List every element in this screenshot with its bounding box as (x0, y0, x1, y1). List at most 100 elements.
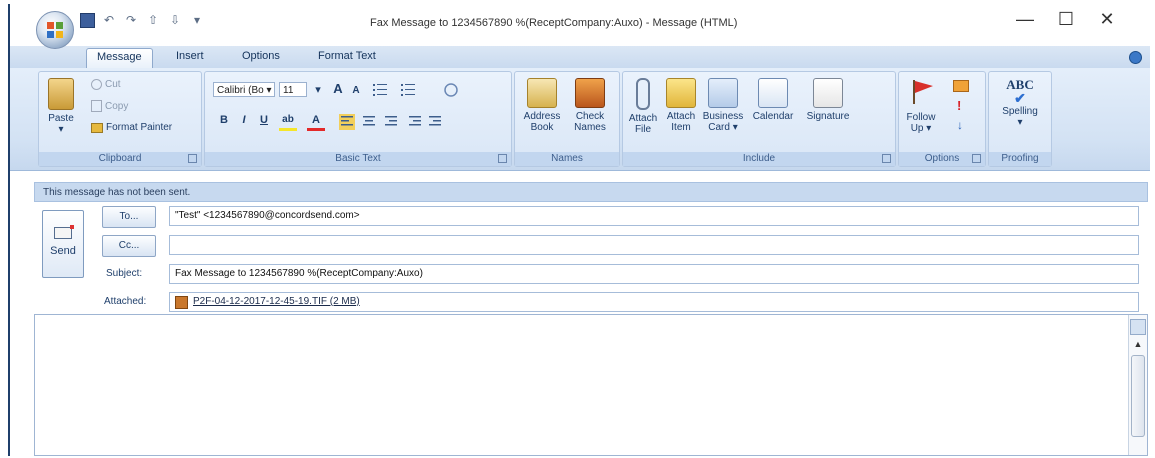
cut-button[interactable]: Cut (91, 79, 121, 90)
spelling-button[interactable]: ABC ✔ Spelling ▾ (995, 77, 1045, 129)
paste-button[interactable]: Paste ▾ (45, 78, 77, 135)
abc-text: ABC (1006, 77, 1034, 92)
calendar-button[interactable]: Calendar (749, 78, 797, 122)
to-field[interactable]: "Test" <1234567890@concordsend.com> (169, 206, 1139, 226)
tab-options[interactable]: Options (242, 50, 280, 62)
tab-insert[interactable]: Insert (176, 50, 204, 62)
font-size-combo[interactable]: 11 (279, 82, 307, 97)
attach-item-icon (666, 78, 696, 108)
to-button[interactable]: To... (102, 206, 156, 228)
align-center-icon[interactable] (363, 116, 375, 126)
include-launcher-icon[interactable] (882, 154, 891, 163)
next-item-icon[interactable]: ⇩ (167, 12, 183, 28)
signature-button[interactable]: Signature (801, 78, 855, 122)
send-button[interactable]: Send (42, 210, 84, 278)
quick-access-toolbar: ↶ ↷ ⇧ ⇩ ▾ (80, 12, 205, 28)
vertical-scrollbar[interactable]: ▲ (1128, 315, 1147, 455)
undo-icon[interactable]: ↶ (101, 12, 117, 28)
paste-icon (48, 78, 74, 110)
copy-label: Copy (105, 100, 129, 112)
categorize-icon[interactable] (953, 80, 969, 92)
italic-button[interactable]: I (235, 112, 253, 128)
clipboard-group-label: Clipboard (39, 152, 201, 166)
spelling-check-icon: ABC ✔ (995, 77, 1045, 107)
paperclip-icon (636, 78, 650, 110)
scroll-thumb[interactable] (1131, 355, 1145, 437)
office-button-icon (47, 22, 63, 38)
font-name-combo[interactable]: Calibri (Bo ▾ (213, 82, 275, 97)
previous-item-icon[interactable]: ⇧ (145, 12, 161, 28)
close-button[interactable]: ✕ (1095, 9, 1119, 30)
calendar-label: Calendar (752, 111, 794, 122)
grow-font-button[interactable]: A (329, 81, 347, 97)
tab-message[interactable]: Message (86, 48, 153, 70)
tab-format-text[interactable]: Format Text (318, 50, 376, 62)
options-launcher-icon[interactable] (972, 154, 981, 163)
alignment-buttons[interactable] (339, 114, 489, 130)
signature-label: Signature (806, 111, 850, 122)
bold-button[interactable]: B (215, 112, 233, 128)
follow-up-button[interactable]: Follow Up ▾ (901, 78, 941, 134)
decrease-indent-icon[interactable] (409, 116, 421, 126)
list-buttons[interactable] (371, 82, 481, 98)
high-importance-icon[interactable]: ! (957, 98, 961, 113)
calendar-icon (758, 78, 788, 108)
checkmark-icon: ✔ (1014, 92, 1026, 107)
copy-button[interactable]: Copy (91, 100, 128, 112)
proofing-group: ABC ✔ Spelling ▾ Proofing (988, 71, 1052, 167)
bullets-icon[interactable] (373, 84, 387, 96)
check-names-icon (575, 78, 605, 108)
business-card-button[interactable]: Business Card ▾ (701, 78, 745, 133)
format-painter-button[interactable]: Format Painter (91, 122, 172, 133)
include-group-label: Include (623, 152, 895, 166)
address-book-label: Address Book (523, 111, 561, 133)
font-size-dropdown-icon[interactable]: ▾ (309, 82, 327, 98)
ruler-toggle-icon[interactable] (1130, 319, 1146, 335)
options-group: Follow Up ▾ ! ↓ Options (898, 71, 986, 167)
check-names-button[interactable]: Check Names (567, 78, 613, 133)
address-book-button[interactable]: Address Book (519, 78, 565, 133)
numbering-icon[interactable] (401, 84, 415, 96)
align-right-icon[interactable] (385, 116, 397, 126)
save-icon[interactable] (80, 12, 95, 28)
shrink-font-button[interactable]: A (347, 83, 365, 99)
follow-up-flag-icon (913, 80, 933, 104)
attach-item-button[interactable]: Attach Item (663, 78, 699, 133)
copy-icon (91, 100, 102, 112)
basic-text-group: Calibri (Bo ▾ 11 ▾ A A B I U ab A Basic … (204, 71, 512, 167)
attached-field: P2F-04-12-2017-12-45-19.TIF (2 MB) (169, 292, 1139, 312)
font-color-button[interactable]: A (307, 112, 325, 131)
increase-indent-icon[interactable] (429, 116, 441, 126)
scroll-up-icon[interactable]: ▲ (1129, 339, 1147, 349)
highlight-button[interactable]: ab (279, 112, 297, 131)
redo-icon[interactable]: ↷ (123, 12, 139, 28)
business-card-label: Business Card ▾ (702, 111, 744, 133)
cc-button[interactable]: Cc... (102, 235, 156, 257)
office-button[interactable] (36, 11, 74, 49)
underline-button[interactable]: U (255, 112, 273, 128)
low-importance-icon[interactable]: ↓ (957, 118, 963, 132)
names-group: Address Book Check Names Names (514, 71, 620, 167)
format-painter-label: Format Painter (106, 122, 173, 133)
names-group-label: Names (515, 152, 619, 166)
spelling-label: Spelling (1002, 106, 1038, 117)
ribbon-tabs: Message Insert Options Format Text (10, 46, 1150, 70)
attach-file-button[interactable]: Attach File (625, 78, 661, 135)
help-icon[interactable] (1129, 51, 1142, 64)
cc-field[interactable] (169, 235, 1139, 255)
attached-label: Attached: (104, 296, 147, 307)
subject-field[interactable]: Fax Message to 1234567890 %(ReceptCompan… (169, 264, 1139, 284)
attach-item-label: Attach Item (666, 111, 696, 133)
format-painter-icon (91, 122, 103, 133)
send-envelope-icon (54, 225, 74, 239)
maximize-button[interactable]: ☐ (1054, 9, 1078, 30)
basic-text-launcher-icon[interactable] (498, 154, 507, 163)
message-body[interactable]: ▲ (34, 314, 1148, 456)
clipboard-launcher-icon[interactable] (188, 154, 197, 163)
proofing-group-label: Proofing (989, 152, 1051, 166)
attachment-link[interactable]: P2F-04-12-2017-12-45-19.TIF (2 MB) (193, 296, 360, 307)
customize-qat-icon[interactable]: ▾ (189, 12, 205, 28)
clear-formatting-icon[interactable] (444, 83, 458, 97)
align-left-icon[interactable] (339, 114, 355, 130)
minimize-button[interactable]: — (1013, 9, 1037, 30)
